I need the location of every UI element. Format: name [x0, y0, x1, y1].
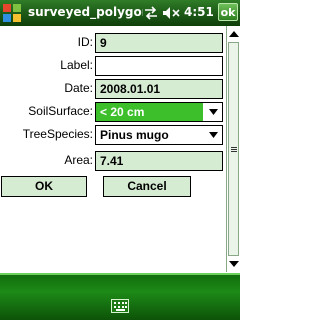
- scrollbar-thumb[interactable]: [228, 42, 239, 256]
- id-field[interactable]: 9: [95, 33, 223, 53]
- scroll-up-arrow-icon[interactable]: [229, 30, 239, 38]
- clock-time[interactable]: 4:51: [184, 5, 214, 19]
- menubar-divider: [0, 273, 240, 275]
- keyboard-icon[interactable]: [111, 299, 129, 313]
- vertical-scrollbar[interactable]: [226, 26, 240, 272]
- volume-muted-icon[interactable]: [162, 6, 180, 20]
- chevron-down-icon[interactable]: [209, 109, 218, 115]
- soil-surface-value: < 20 cm: [96, 103, 203, 121]
- soil-surface-row: SoilSurface: < 20 cm: [0, 102, 226, 122]
- soft-key-bar: [0, 273, 240, 320]
- label-field[interactable]: [95, 56, 223, 76]
- label-row: Label:: [0, 56, 226, 76]
- titlebar-ok-button[interactable]: ok: [218, 3, 238, 21]
- date-label: Date:: [64, 81, 93, 95]
- window-title: surveyed_polygon: [28, 5, 143, 19]
- date-field[interactable]: 2008.01.01: [95, 79, 223, 99]
- windows-start-icon[interactable]: [2, 3, 22, 23]
- label-label: Label:: [60, 58, 93, 72]
- feature-form: ID: 9 Label: Date: 2008.01.01 SoilSurfac…: [0, 26, 226, 273]
- chevron-down-icon[interactable]: [209, 132, 218, 138]
- thumb-grip: [231, 147, 237, 148]
- thumb-grip: [231, 151, 237, 152]
- tree-species-row: TreeSpecies: Pinus mugo: [0, 125, 226, 145]
- area-field[interactable]: 7.41: [95, 151, 223, 171]
- ok-button[interactable]: OK: [1, 176, 87, 197]
- soil-surface-label: SoilSurface:: [28, 104, 93, 118]
- area-row: Area: 7.41: [0, 151, 226, 171]
- date-row: Date: 2008.01.01: [0, 79, 226, 99]
- tree-species-label: TreeSpecies:: [22, 127, 93, 141]
- connectivity-icon[interactable]: [143, 6, 159, 20]
- id-row: ID: 9: [0, 33, 226, 53]
- tree-species-dropdown[interactable]: Pinus mugo: [95, 125, 223, 145]
- id-label: ID:: [77, 35, 93, 49]
- area-label: Area:: [64, 153, 93, 167]
- cancel-button[interactable]: Cancel: [103, 176, 191, 197]
- title-bar: surveyed_polygon 4:51 ok: [0, 0, 240, 26]
- tree-species-value: Pinus mugo: [100, 128, 169, 142]
- scroll-down-arrow-icon[interactable]: [229, 260, 239, 268]
- soil-surface-dropdown[interactable]: < 20 cm: [95, 102, 223, 122]
- thumb-grip: [231, 149, 237, 150]
